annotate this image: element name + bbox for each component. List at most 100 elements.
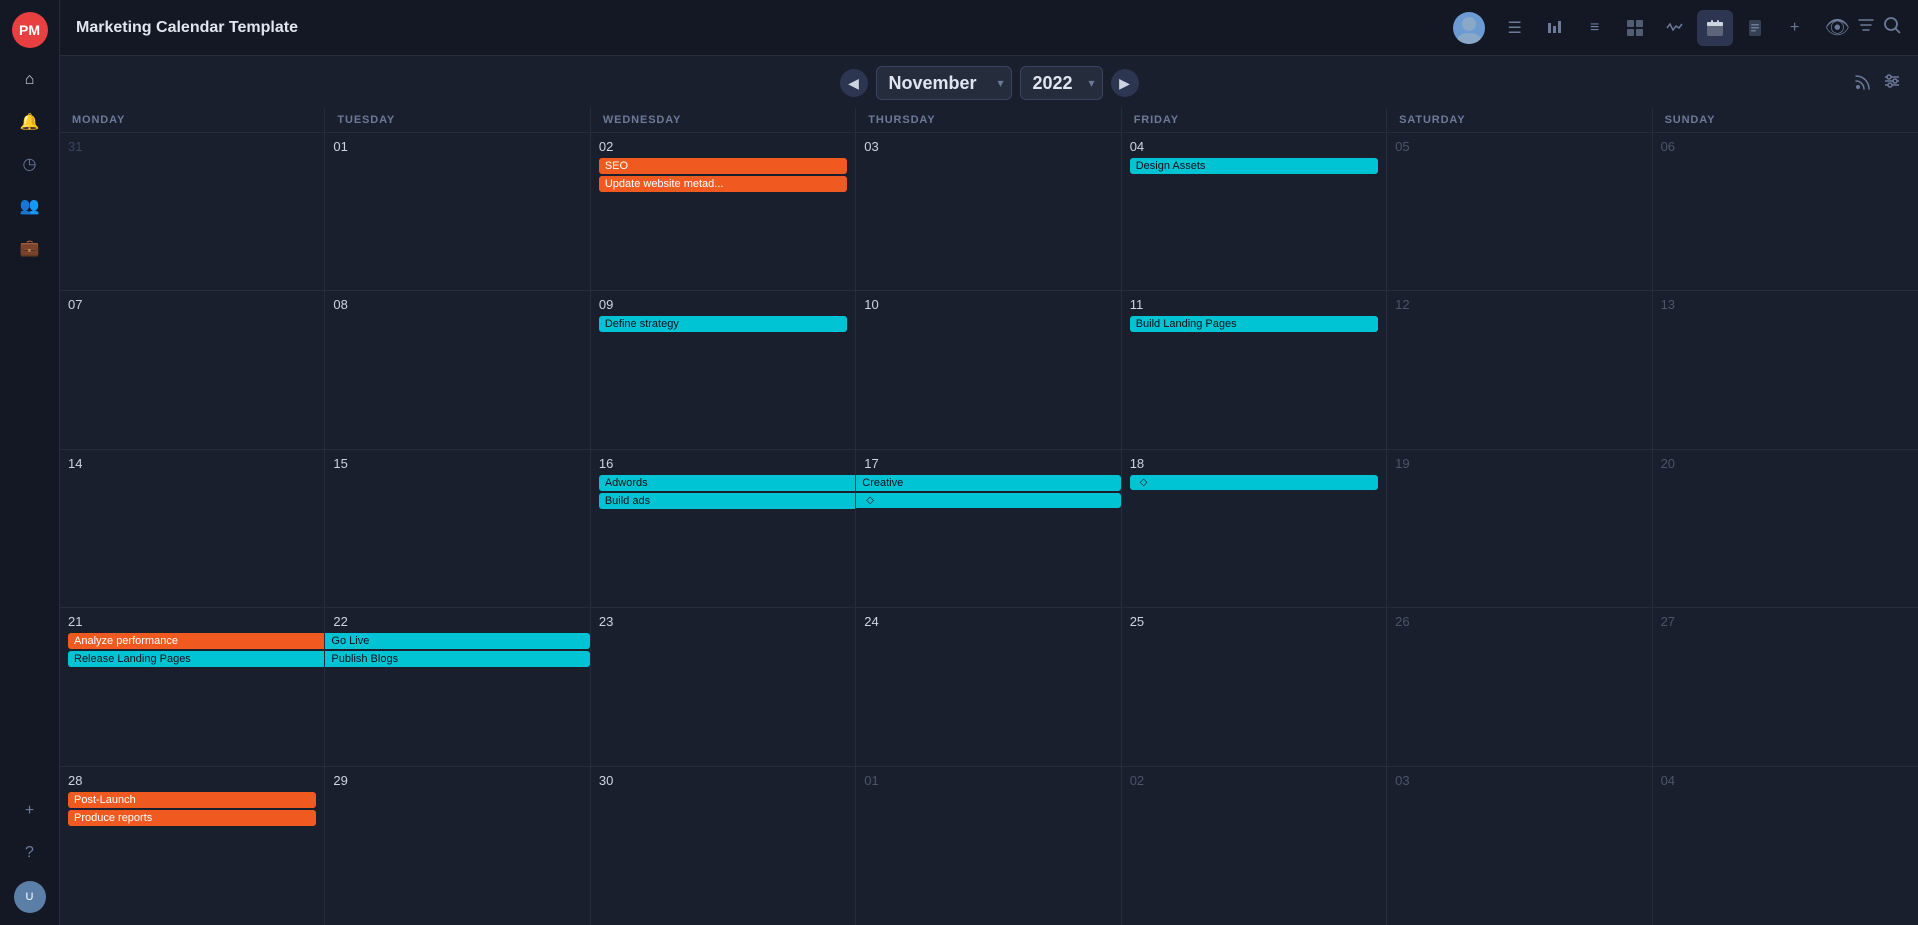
sidebar: PM ⌂ 🔔 ◷ 👥 💼 + ? U: [0, 0, 60, 925]
diamond-icon-review: ◇: [866, 495, 874, 506]
event-launch-ads[interactable]: ◇: [1130, 475, 1378, 490]
sidebar-help[interactable]: ?: [12, 835, 48, 871]
date-22: 22: [325, 614, 589, 629]
event-produce-reports[interactable]: Produce reports: [68, 810, 316, 826]
month-select-wrapper: JanuaryFebruaryMarch AprilMayJune JulyAu…: [876, 66, 1012, 100]
event-analyze-performance[interactable]: Analyze performance: [68, 633, 324, 649]
cell-nov-01: 01: [325, 133, 590, 290]
event-adwords[interactable]: Adwords: [599, 475, 855, 491]
cell-nov-02: 02 SEO Update website metad...: [591, 133, 856, 290]
date-30: 30: [599, 773, 847, 788]
bar-view-btn[interactable]: [1537, 10, 1573, 46]
cell-nov-06: 06: [1653, 133, 1918, 290]
day-headers: MONDAY TUESDAY WEDNESDAY THURSDAY FRIDAY…: [60, 108, 1918, 133]
cell-nov-15: 15: [325, 450, 590, 607]
cell-nov-05: 05: [1387, 133, 1652, 290]
cell-nov-14: 14: [60, 450, 325, 607]
date-27: 27: [1661, 614, 1910, 629]
date-26: 26: [1395, 614, 1643, 629]
cell-dec-01: 01: [856, 767, 1121, 925]
date-10: 10: [864, 297, 1112, 312]
event-design-assets[interactable]: Design Assets: [1130, 158, 1378, 174]
app-logo: PM: [12, 12, 48, 48]
calendar-container: ◀ JanuaryFebruaryMarch AprilMayJune July…: [60, 56, 1918, 925]
day-monday: MONDAY: [60, 108, 325, 132]
date-14: 14: [68, 456, 316, 471]
calendar-grid: 31 01 02 SEO Update website metad... 03 …: [60, 133, 1918, 925]
table-view-btn[interactable]: [1617, 10, 1653, 46]
date-20: 20: [1661, 456, 1910, 471]
date-12: 12: [1395, 297, 1643, 312]
cell-nov-30: 30: [591, 767, 856, 925]
date-dec-02: 02: [1130, 773, 1378, 788]
event-post-launch[interactable]: Post-Launch: [68, 792, 316, 808]
sidebar-add[interactable]: +: [12, 793, 48, 829]
event-go-live[interactable]: Go Live: [325, 633, 589, 649]
header-right: 👁: [1825, 15, 1902, 41]
event-release-landing-pages[interactable]: Release Landing Pages: [68, 651, 324, 667]
cell-nov-28: 28 Post-Launch Produce reports: [60, 767, 325, 925]
event-build-ads[interactable]: Build ads: [599, 493, 855, 509]
year-select-wrapper: 202120222023: [1020, 66, 1103, 100]
cell-nov-07: 07: [60, 291, 325, 448]
date-dec-01: 01: [864, 773, 1112, 788]
date-01: 01: [333, 139, 581, 154]
cell-nov-16: 16 Adwords Build ads: [591, 450, 856, 607]
add-view-btn[interactable]: +: [1777, 10, 1813, 46]
cell-nov-11: 11 Build Landing Pages: [1122, 291, 1387, 448]
sidebar-home[interactable]: ⌂: [12, 62, 48, 98]
main-content: Marketing Calendar Template ☰ ≡ +: [60, 0, 1918, 925]
cell-nov-18: 18 ◇: [1122, 450, 1387, 607]
sidebar-history[interactable]: ◷: [12, 146, 48, 182]
event-review-edit[interactable]: ◇: [856, 493, 1120, 508]
date-06: 06: [1661, 139, 1910, 154]
cell-dec-04: 04: [1653, 767, 1918, 925]
event-publish-blogs[interactable]: Publish Blogs: [325, 651, 589, 667]
calendar-right-controls: [1854, 71, 1902, 96]
feed-icon[interactable]: [1854, 71, 1874, 96]
month-select[interactable]: JanuaryFebruaryMarch AprilMayJune JulyAu…: [876, 66, 1012, 100]
date-21: 21: [68, 614, 324, 629]
cell-nov-09: 09 Define strategy: [591, 291, 856, 448]
filter-icon[interactable]: [1856, 15, 1876, 40]
cell-nov-26: 26: [1387, 608, 1652, 765]
prev-month-btn[interactable]: ◀: [840, 69, 868, 97]
page-title: Marketing Calendar Template: [76, 19, 1441, 37]
date-15: 15: [333, 456, 581, 471]
header-avatar: [1453, 12, 1485, 44]
event-seo[interactable]: SEO: [599, 158, 847, 174]
search-icon[interactable]: [1882, 15, 1902, 41]
event-creative[interactable]: Creative: [856, 475, 1120, 491]
event-build-landing-pages[interactable]: Build Landing Pages: [1130, 316, 1378, 332]
cell-nov-21: 21 Analyze performance Release Landing P…: [60, 608, 325, 765]
date-04: 04: [1130, 139, 1378, 154]
cell-nov-27: 27: [1653, 608, 1918, 765]
date-28: 28: [68, 773, 316, 788]
next-month-btn[interactable]: ▶: [1111, 69, 1139, 97]
doc-view-btn[interactable]: [1737, 10, 1773, 46]
date-18: 18: [1130, 456, 1378, 471]
sidebar-people[interactable]: 👥: [12, 188, 48, 224]
date-05: 05: [1395, 139, 1643, 154]
date-16: 16: [599, 456, 855, 471]
sidebar-user-avatar[interactable]: U: [14, 881, 46, 913]
cell-nov-10: 10: [856, 291, 1121, 448]
sidebar-portfolio[interactable]: 💼: [12, 230, 48, 266]
sidebar-notifications[interactable]: 🔔: [12, 104, 48, 140]
event-update-website[interactable]: Update website metad...: [599, 176, 847, 192]
date-17: 17: [856, 456, 1120, 471]
date-11: 11: [1130, 297, 1378, 312]
list-view-btn[interactable]: ☰: [1497, 10, 1533, 46]
date-25: 25: [1130, 614, 1378, 629]
cell-dec-02: 02: [1122, 767, 1387, 925]
calendar-view-btn[interactable]: [1697, 10, 1733, 46]
year-select[interactable]: 202120222023: [1020, 66, 1103, 100]
settings-icon[interactable]: [1882, 71, 1902, 96]
cell-nov-20: 20: [1653, 450, 1918, 607]
watch-icon[interactable]: 👁: [1825, 15, 1850, 40]
activity-view-btn[interactable]: [1657, 10, 1693, 46]
date-31-oct: 31: [68, 139, 316, 154]
list2-view-btn[interactable]: ≡: [1577, 10, 1613, 46]
event-define-strategy[interactable]: Define strategy: [599, 316, 847, 332]
date-dec-03: 03: [1395, 773, 1643, 788]
